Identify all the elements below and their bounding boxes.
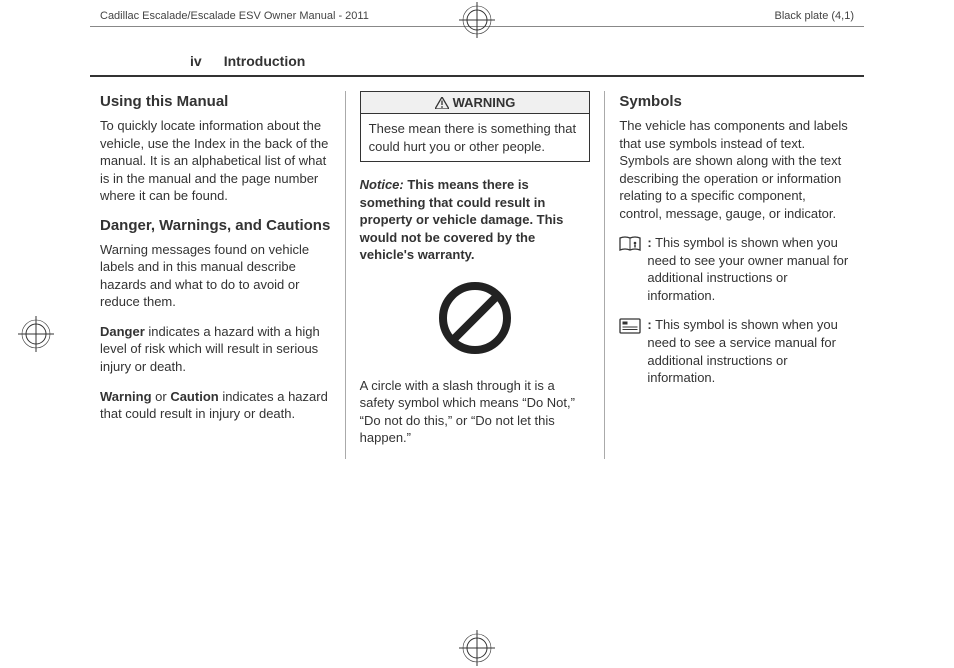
content-columns: Using this Manual To quickly locate info…: [0, 77, 954, 459]
service-manual-icon: [619, 318, 641, 334]
paragraph: The vehicle has components and labels th…: [619, 117, 850, 222]
owner-manual-icon: [619, 236, 641, 252]
page-number: iv: [190, 53, 202, 69]
registration-mark-icon: [459, 630, 495, 666]
text: This symbol is shown when you need to se…: [647, 317, 838, 385]
symbol-entry-owner-manual: : This symbol is shown when you need to …: [619, 234, 850, 304]
column-3: Symbols The vehicle has components and l…: [604, 91, 864, 459]
heading-using-manual: Using this Manual: [100, 93, 331, 111]
paragraph: Warning or Caution indicates a hazard th…: [100, 388, 331, 423]
prohibit-icon: [435, 278, 515, 358]
term-danger: Danger: [100, 324, 145, 339]
text: This symbol is shown when you need to se…: [647, 235, 848, 303]
notice-paragraph: Notice: This means there is something th…: [360, 176, 591, 264]
plate-info: Black plate (4,1): [775, 10, 854, 22]
heading-symbols: Symbols: [619, 93, 850, 111]
warning-triangle-icon: [435, 97, 449, 109]
paragraph: Danger indicates a hazard with a high le…: [100, 323, 331, 376]
registration-mark-icon: [459, 2, 495, 38]
paragraph: Warning messages found on vehicle labels…: [100, 241, 331, 311]
heading-danger-warnings: Danger, Warnings, and Cautions: [100, 217, 331, 235]
section-title: Introduction: [224, 53, 306, 69]
prohibit-caption: A circle with a slash through it is a sa…: [360, 377, 591, 447]
term-warning: Warning: [100, 389, 152, 404]
column-1: Using this Manual To quickly locate info…: [100, 91, 345, 459]
manual-title: Cadillac Escalade/Escalade ESV Owner Man…: [100, 10, 369, 22]
notice-label: Notice:: [360, 177, 404, 192]
text: or: [152, 389, 171, 404]
warning-body: These mean there is something that could…: [361, 114, 590, 161]
symbol-text: : This symbol is shown when you need to …: [647, 234, 850, 304]
symbol-entry-service-manual: : This symbol is shown when you need to …: [619, 316, 850, 386]
warning-title: WARNING: [361, 92, 590, 114]
column-2: WARNING These mean there is something th…: [345, 91, 605, 459]
symbol-text: : This symbol is shown when you need to …: [647, 316, 850, 386]
registration-mark-icon: [18, 316, 54, 352]
prohibit-symbol-wrap: [360, 278, 591, 361]
warning-box: WARNING These mean there is something th…: [360, 91, 591, 162]
term-caution: Caution: [170, 389, 218, 404]
paragraph: To quickly locate information about the …: [100, 117, 331, 205]
warning-label: WARNING: [453, 95, 516, 110]
